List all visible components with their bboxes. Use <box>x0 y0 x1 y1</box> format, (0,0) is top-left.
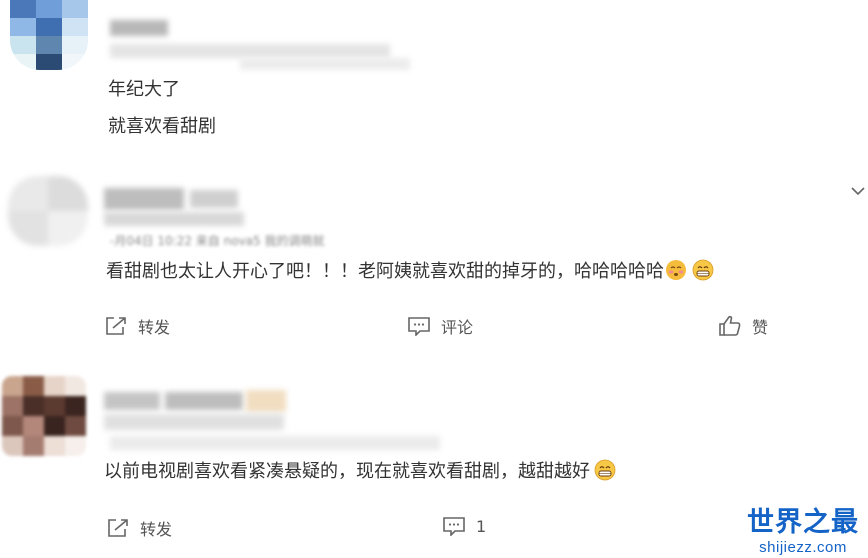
comment-icon <box>408 317 430 336</box>
post-text-line: 年纪大了 <box>108 79 180 100</box>
post-text: 以前电视剧喜欢看紧凑悬疑的，现在就喜欢看甜剧，越甜越好 <box>104 459 616 484</box>
comment-icon <box>443 517 465 536</box>
post-meta: -月04日 10:22 来自 nova5 我的调萌就 <box>110 234 325 248</box>
like-icon <box>719 315 741 336</box>
meta-blurred <box>104 414 284 430</box>
like-label: 赞 <box>752 318 769 337</box>
username-blurred[interactable] <box>190 190 238 208</box>
username-blurred[interactable] <box>110 20 168 36</box>
repost-icon <box>108 519 128 537</box>
chevron-down-icon[interactable] <box>850 182 866 196</box>
grin-emoji-icon <box>692 259 714 281</box>
repost-icon <box>106 317 126 335</box>
comment-button[interactable]: 1 <box>442 516 486 536</box>
meta-blurred <box>110 436 440 450</box>
watermark-title: 世界之最 <box>747 507 859 538</box>
avatar[interactable] <box>8 176 88 246</box>
meta-blurred <box>240 58 410 70</box>
avatar[interactable] <box>2 376 86 456</box>
like-button[interactable]: 赞 <box>718 314 768 338</box>
grin-emoji-icon <box>594 459 616 481</box>
watermark: 世界之最 shijiezz.com <box>742 500 864 556</box>
post-text: 看甜剧也太让人开心了吧！！！老阿姨就喜欢甜的掉牙的，哈哈哈哈哈 <box>106 259 714 284</box>
post-text-content: 看甜剧也太让人开心了吧！！！老阿姨就喜欢甜的掉牙的，哈哈哈哈哈 <box>106 261 664 282</box>
username-blurred[interactable] <box>165 392 243 410</box>
username-blurred[interactable] <box>104 212 244 226</box>
repost-label: 转发 <box>140 520 173 539</box>
repost-button[interactable]: 转发 <box>104 314 170 338</box>
comment-count: 1 <box>476 516 487 536</box>
comment-button[interactable]: 评论 <box>407 314 473 338</box>
avatar[interactable] <box>10 0 88 70</box>
watermark-url: shijiezz.com <box>759 539 847 556</box>
post-text-content: 以前电视剧喜欢看紧凑悬疑的，现在就喜欢看甜剧，越甜越好 <box>104 461 590 482</box>
username-blurred[interactable] <box>246 390 286 412</box>
username-blurred[interactable] <box>104 188 184 210</box>
post-text-line: 就喜欢看甜剧 <box>108 116 216 137</box>
pensive-emoji-icon <box>666 260 686 280</box>
repost-button[interactable]: 转发 <box>106 516 172 540</box>
meta-blurred <box>110 44 390 58</box>
username-blurred[interactable] <box>104 392 160 410</box>
comment-label: 评论 <box>441 318 474 337</box>
repost-label: 转发 <box>138 318 171 337</box>
